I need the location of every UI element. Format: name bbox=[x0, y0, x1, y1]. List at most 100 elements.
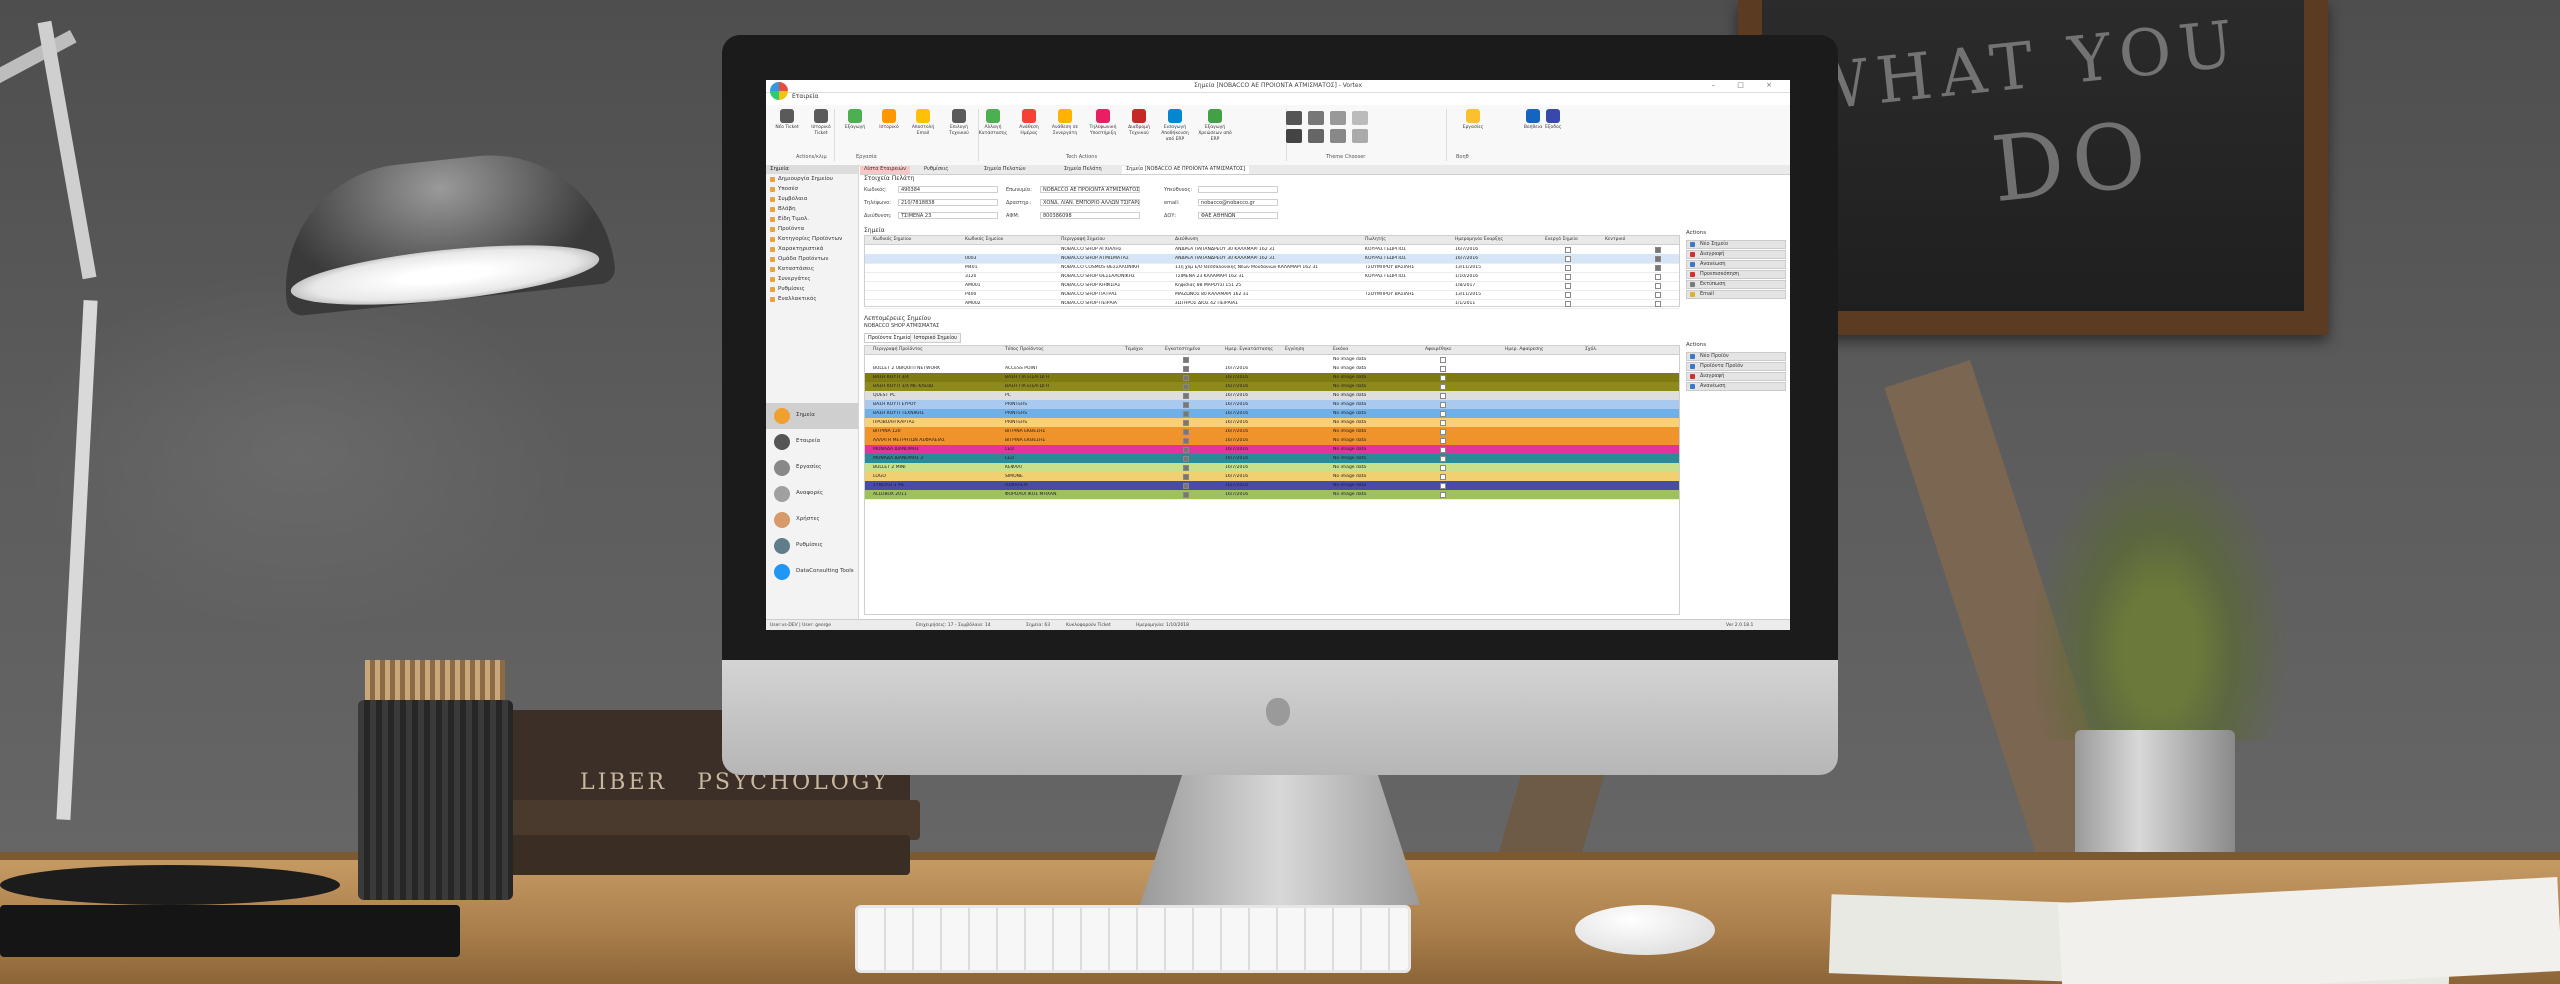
form-field-value[interactable]: NOBACCO ΑΕ ΠΡΟΙΟΝΤΑ ΑΤΜΙΣΜΑΤΟΣ bbox=[1040, 186, 1140, 193]
ribbon-button[interactable]: Έξοδος bbox=[1536, 109, 1570, 131]
sidebar-item[interactable]: Εναλλακτικός bbox=[766, 294, 858, 304]
theme-swatch[interactable] bbox=[1286, 111, 1302, 125]
sidebar-nav-6[interactable]: Ρυθμίσεις bbox=[766, 533, 858, 559]
action-button[interactable]: Διαγραφή bbox=[1686, 250, 1786, 259]
removed-checkbox[interactable] bbox=[1440, 492, 1446, 498]
removed-checkbox[interactable] bbox=[1440, 438, 1446, 444]
installed-checkbox[interactable] bbox=[1183, 483, 1189, 489]
ribbon-button[interactable]: Εισαγωγή Αποθήκευση από ERP bbox=[1158, 109, 1192, 143]
app-logo-icon[interactable] bbox=[770, 82, 788, 100]
sidebar-item[interactable]: Ομάδα Προϊόντων bbox=[766, 254, 858, 264]
removed-checkbox[interactable] bbox=[1440, 393, 1446, 399]
active-point-checkbox[interactable] bbox=[1565, 292, 1571, 298]
document-tab[interactable]: Σημεία [NOBACCO ΑΕ ΠΡΟΙΟΝΤΑ ΑΤΜΙΣΜΑΤΟΣ] bbox=[1122, 166, 1250, 174]
installed-checkbox[interactable] bbox=[1183, 420, 1189, 426]
central-point-checkbox[interactable] bbox=[1655, 265, 1661, 271]
form-field-value[interactable]: 210/7818838 bbox=[898, 199, 998, 206]
installed-checkbox[interactable] bbox=[1183, 393, 1189, 399]
installed-checkbox[interactable] bbox=[1183, 429, 1189, 435]
sidebar-nav-2[interactable]: Εταιρεία bbox=[766, 429, 858, 455]
active-point-checkbox[interactable] bbox=[1565, 274, 1571, 280]
sidebar-nav-7[interactable]: DataConsulting Tools bbox=[766, 559, 858, 585]
removed-checkbox[interactable] bbox=[1440, 384, 1446, 390]
removed-checkbox[interactable] bbox=[1440, 357, 1446, 363]
form-field-value[interactable]: nobacco@nobacco.gr bbox=[1198, 199, 1278, 206]
action-button[interactable]: Ανανέωση bbox=[1686, 382, 1786, 391]
active-point-checkbox[interactable] bbox=[1565, 247, 1571, 253]
active-point-checkbox[interactable] bbox=[1565, 283, 1571, 289]
points-row[interactable]: ΑΜ002 NOBACCO SHOP ΠΕΙΡΑΙΑ ΣΩΤΗΡΟΣ ΔΙΟΣ 42… bbox=[865, 299, 1679, 309]
central-point-checkbox[interactable] bbox=[1655, 292, 1661, 298]
active-point-checkbox[interactable] bbox=[1565, 256, 1571, 262]
action-button[interactable]: Ανανέωση bbox=[1686, 260, 1786, 269]
file-tab[interactable]: Εταιρεία bbox=[792, 93, 818, 100]
theme-swatch[interactable] bbox=[1286, 129, 1302, 143]
installed-checkbox[interactable] bbox=[1183, 366, 1189, 372]
removed-checkbox[interactable] bbox=[1440, 420, 1446, 426]
removed-checkbox[interactable] bbox=[1440, 402, 1446, 408]
removed-checkbox[interactable] bbox=[1440, 429, 1446, 435]
central-point-checkbox[interactable] bbox=[1655, 247, 1661, 253]
ribbon-button[interactable]: Τηλεφωνική Υποστήριξη bbox=[1086, 109, 1120, 137]
installed-checkbox[interactable] bbox=[1183, 456, 1189, 462]
installed-checkbox[interactable] bbox=[1183, 411, 1189, 417]
removed-checkbox[interactable] bbox=[1440, 474, 1446, 480]
sidebar-item[interactable]: Χαρακτηριστικά bbox=[766, 244, 858, 254]
removed-checkbox[interactable] bbox=[1440, 465, 1446, 471]
central-point-checkbox[interactable] bbox=[1655, 256, 1661, 262]
ribbon-button[interactable]: Ανάθεση σε Συνεργάτη bbox=[1048, 109, 1082, 137]
window-controls[interactable]: – □ × bbox=[1712, 81, 1782, 89]
theme-swatch[interactable] bbox=[1308, 111, 1324, 125]
installed-checkbox[interactable] bbox=[1183, 384, 1189, 390]
central-point-checkbox[interactable] bbox=[1655, 274, 1661, 280]
form-field-value[interactable] bbox=[1198, 186, 1278, 193]
theme-chooser[interactable] bbox=[1286, 111, 1376, 147]
installed-checkbox[interactable] bbox=[1183, 402, 1189, 408]
ribbon-button[interactable]: Διαδρομή Τεχνικού bbox=[1122, 109, 1156, 137]
active-point-checkbox[interactable] bbox=[1565, 301, 1571, 307]
removed-checkbox[interactable] bbox=[1440, 456, 1446, 462]
form-field-value[interactable]: ΤΣΙΜΕΝΑ 23 bbox=[898, 212, 998, 219]
installed-checkbox[interactable] bbox=[1183, 375, 1189, 381]
document-tab[interactable]: Ρυθμίσεις bbox=[920, 166, 952, 174]
ribbon-button[interactable]: Εργασίες bbox=[1456, 109, 1490, 131]
theme-swatch[interactable] bbox=[1330, 111, 1346, 125]
removed-checkbox[interactable] bbox=[1440, 366, 1446, 372]
central-point-checkbox[interactable] bbox=[1655, 301, 1661, 307]
theme-swatch[interactable] bbox=[1308, 129, 1324, 143]
action-button[interactable]: Νέο Σημείο bbox=[1686, 240, 1786, 249]
sidebar-item[interactable]: Κατηγορίες Προϊόντων bbox=[766, 234, 858, 244]
installed-checkbox[interactable] bbox=[1183, 474, 1189, 480]
form-field-value[interactable]: 800386098 bbox=[1040, 212, 1140, 219]
removed-checkbox[interactable] bbox=[1440, 483, 1446, 489]
document-tab[interactable]: Σημεία Πελάτη bbox=[1060, 166, 1106, 174]
detail-subtab[interactable]: Ιστορικό Σημείου bbox=[910, 333, 962, 343]
sidebar-item[interactable]: Υποσέσ bbox=[766, 184, 858, 194]
action-button[interactable]: Προϊόντα Προϊόν bbox=[1686, 362, 1786, 371]
installed-checkbox[interactable] bbox=[1183, 447, 1189, 453]
removed-checkbox[interactable] bbox=[1440, 411, 1446, 417]
action-button[interactable]: Διαγραφή bbox=[1686, 372, 1786, 381]
action-button[interactable]: Προεπισκόπηση bbox=[1686, 270, 1786, 279]
ribbon-button[interactable]: Ιστορικό Ticket bbox=[804, 109, 838, 137]
sidebar-nav-5[interactable]: Χρήστες bbox=[766, 507, 858, 533]
sidebar-nav-1[interactable]: Σημεία bbox=[766, 403, 858, 429]
form-field-value[interactable]: ΦΑΕ ΑΘΗΝΩΝ bbox=[1198, 212, 1278, 219]
sidebar-item[interactable]: Συμβόλαια bbox=[766, 194, 858, 204]
ribbon-button[interactable]: Αποστολή Email bbox=[906, 109, 940, 137]
ribbon-button[interactable]: Επιλογή Τεχνικού bbox=[942, 109, 976, 137]
ribbon-button[interactable]: Αλλαγή Κατάστασης bbox=[976, 109, 1010, 137]
action-button[interactable]: Email bbox=[1686, 290, 1786, 299]
form-field-value[interactable]: 490384 bbox=[898, 186, 998, 193]
sidebar-nav-3[interactable]: Εργασίες bbox=[766, 455, 858, 481]
removed-checkbox[interactable] bbox=[1440, 375, 1446, 381]
central-point-checkbox[interactable] bbox=[1655, 283, 1661, 289]
document-tab[interactable]: Λίστα Εταιρειών bbox=[860, 166, 910, 174]
ribbon-button[interactable]: Εξαγωγή Χρεώσεων από ERP bbox=[1198, 109, 1232, 143]
ribbon-button[interactable]: Εξαγωγή bbox=[838, 109, 872, 131]
action-button[interactable]: Νέο Προϊόν bbox=[1686, 352, 1786, 361]
installed-checkbox[interactable] bbox=[1183, 465, 1189, 471]
sidebar-item[interactable]: Δημιουργία Σημείου bbox=[766, 174, 858, 184]
active-point-checkbox[interactable] bbox=[1565, 265, 1571, 271]
removed-checkbox[interactable] bbox=[1440, 447, 1446, 453]
